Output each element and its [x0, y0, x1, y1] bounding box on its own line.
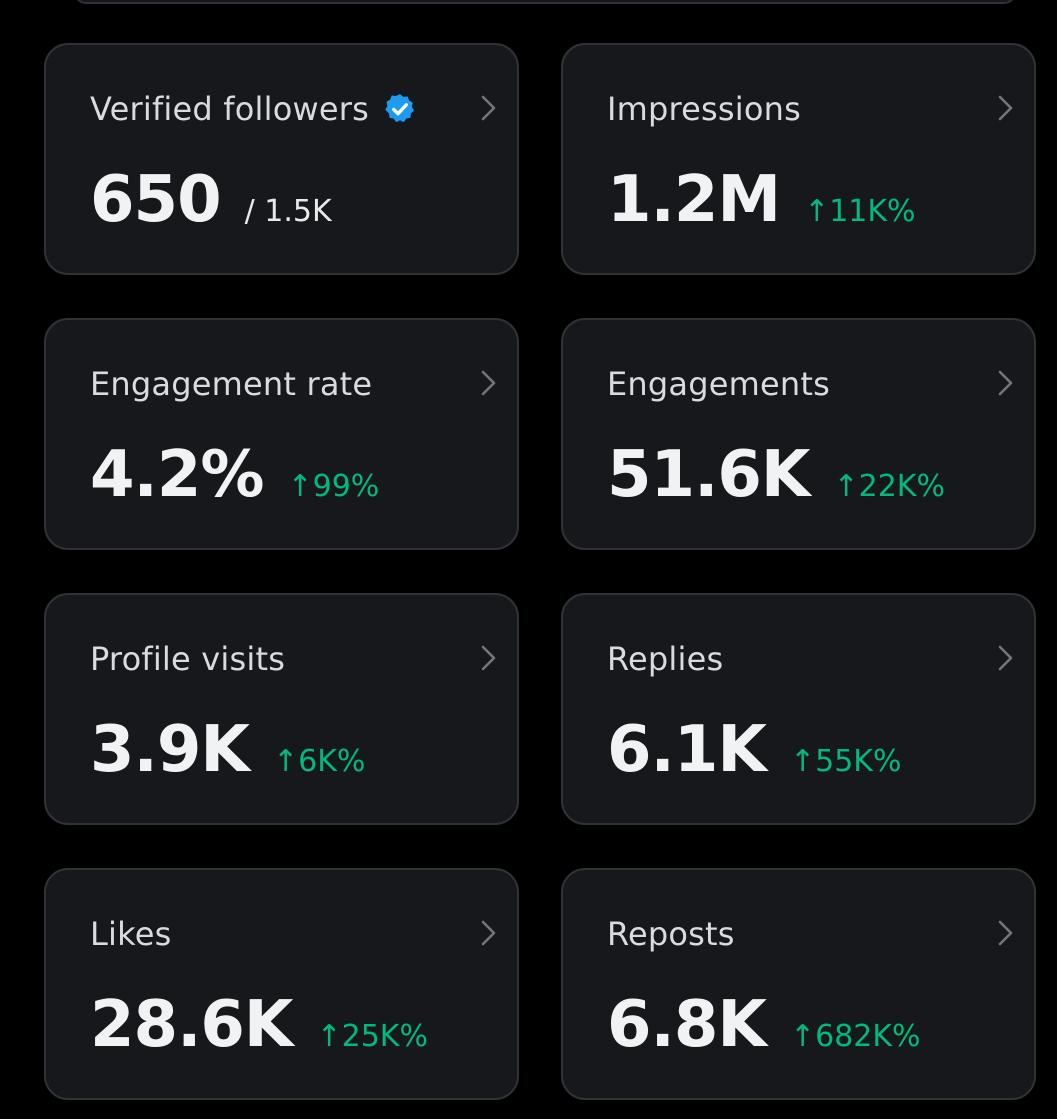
- metric-value: 28.6K: [90, 988, 293, 1062]
- metric-row: 4.2% ↑99%: [90, 438, 379, 512]
- metric-value: 4.2%: [90, 438, 264, 512]
- metric-value: 3.9K: [90, 713, 250, 787]
- metric-change: ↑25K%: [316, 1019, 429, 1054]
- chevron-right-icon: [481, 370, 496, 396]
- card-title-label: Verified followers: [90, 90, 369, 128]
- verified-badge-icon: [385, 94, 414, 123]
- metric-change: ↑6K%: [272, 744, 366, 779]
- card-title: Replies: [607, 640, 724, 678]
- reposts-card[interactable]: Reposts 6.8K ↑682K%: [561, 868, 1036, 1100]
- metric-change: ↑11K%: [804, 194, 916, 229]
- metric-value: 1.2M: [607, 163, 781, 237]
- metric-change: ↑99%: [287, 469, 380, 504]
- likes-card[interactable]: Likes 28.6K ↑25K%: [44, 868, 519, 1100]
- metric-value: 51.6K: [607, 438, 810, 512]
- card-title: Verified followers: [90, 90, 417, 128]
- verified-followers-card[interactable]: Verified followers 650 / 1.5K: [44, 43, 519, 275]
- metric-row: 3.9K ↑6K%: [90, 713, 365, 787]
- metric-row: 650 / 1.5K: [90, 163, 332, 237]
- metric-row: 28.6K ↑25K%: [90, 988, 428, 1062]
- metric-row: 1.2M ↑11K%: [607, 163, 916, 237]
- profile-visits-card[interactable]: Profile visits 3.9K ↑6K%: [44, 593, 519, 825]
- impressions-card[interactable]: Impressions 1.2M ↑11K%: [561, 43, 1036, 275]
- card-title: Profile visits: [90, 640, 286, 678]
- card-title: Reposts: [607, 915, 735, 953]
- chevron-right-icon: [998, 920, 1013, 946]
- metric-row: 51.6K ↑22K%: [607, 438, 945, 512]
- metric-value: 650: [90, 163, 222, 237]
- metric-value: 6.1K: [607, 713, 767, 787]
- card-title: Engagements: [607, 365, 830, 403]
- card-title: Engagement rate: [90, 365, 373, 403]
- chevron-right-icon: [998, 95, 1013, 121]
- card-title: Likes: [90, 915, 172, 953]
- analytics-cards-grid: Verified followers 650 / 1.5K Impression…: [44, 43, 1036, 1100]
- metric-row: 6.1K ↑55K%: [607, 713, 901, 787]
- chevron-right-icon: [481, 920, 496, 946]
- metric-change: ↑55K%: [789, 744, 902, 779]
- metric-value: 6.8K: [607, 988, 767, 1062]
- metric-change: ↑682K%: [789, 1019, 921, 1054]
- replies-card[interactable]: Replies 6.1K ↑55K%: [561, 593, 1036, 825]
- chevron-right-icon: [998, 370, 1013, 396]
- engagements-card[interactable]: Engagements 51.6K ↑22K%: [561, 318, 1036, 550]
- card-title: Impressions: [607, 90, 802, 128]
- metric-row: 6.8K ↑682K%: [607, 988, 921, 1062]
- chevron-right-icon: [481, 645, 496, 671]
- engagement-rate-card[interactable]: Engagement rate 4.2% ↑99%: [44, 318, 519, 550]
- chevron-right-icon: [481, 95, 496, 121]
- metric-total: / 1.5K: [244, 194, 332, 229]
- metric-change: ↑22K%: [833, 469, 946, 504]
- previous-card-edge: [74, 0, 1016, 4]
- chevron-right-icon: [998, 645, 1013, 671]
